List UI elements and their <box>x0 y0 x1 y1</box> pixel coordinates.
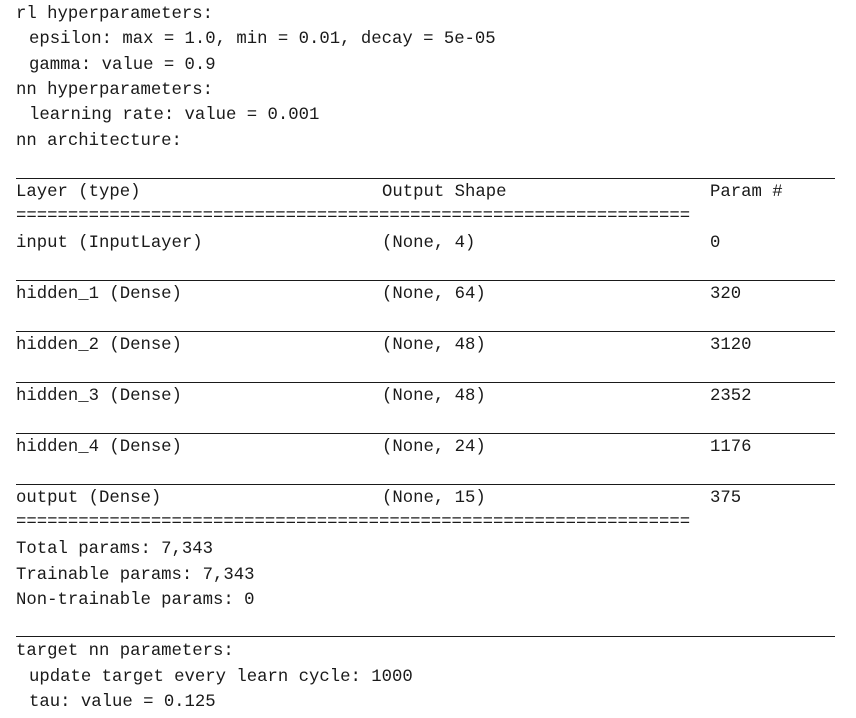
row-output-shape: (None, 48) <box>382 336 486 355</box>
row-divider <box>16 484 835 485</box>
row-param-count: 375 <box>710 489 742 508</box>
gamma-line: gamma: value = 0.9 <box>29 56 216 75</box>
trainable-params: Trainable params: 7,343 <box>16 566 255 585</box>
row-layer: hidden_2 (Dense) <box>16 336 182 355</box>
target-nn-heading: target nn parameters: <box>16 642 234 661</box>
row-divider <box>16 382 835 383</box>
tau-line: tau: value = 0.125 <box>29 693 216 712</box>
nn-architecture-heading: nn architecture: <box>16 132 182 151</box>
row-divider <box>16 331 835 332</box>
row-param-count: 320 <box>710 285 742 304</box>
row-param-count: 0 <box>710 234 721 253</box>
epsilon-line: epsilon: max = 1.0, min = 0.01, decay = … <box>29 30 496 49</box>
row-divider <box>16 280 835 281</box>
summary-double-rule-top: ========================================… <box>16 207 691 226</box>
rl-hyperparameters-heading: rl hyperparameters: <box>16 5 214 24</box>
header-layer-type: Layer (type) <box>16 183 141 202</box>
row-output-shape: (None, 4) <box>382 234 476 253</box>
row-param-count: 1176 <box>710 438 752 457</box>
learning-rate-line: learning rate: value = 0.001 <box>29 106 320 125</box>
total-params: Total params: 7,343 <box>16 540 214 559</box>
summary-double-rule-bottom: ========================================… <box>16 513 691 532</box>
header-param-count: Param # <box>710 183 783 202</box>
row-layer: hidden_1 (Dense) <box>16 285 182 304</box>
nn-hyperparameters-heading: nn hyperparameters: <box>16 81 214 100</box>
row-output-shape: (None, 24) <box>382 438 486 457</box>
row-layer: hidden_3 (Dense) <box>16 387 182 406</box>
row-layer: output (Dense) <box>16 489 162 508</box>
summary-bottom-rule <box>16 636 835 637</box>
row-output-shape: (None, 15) <box>382 489 486 508</box>
row-layer: hidden_4 (Dense) <box>16 438 182 457</box>
row-divider <box>16 433 835 434</box>
row-param-count: 2352 <box>710 387 752 406</box>
row-output-shape: (None, 48) <box>382 387 486 406</box>
row-output-shape: (None, 64) <box>382 285 486 304</box>
non-trainable-params: Non-trainable params: 0 <box>16 591 255 610</box>
row-param-count: 3120 <box>710 336 752 355</box>
update-target-line: update target every learn cycle: 1000 <box>29 668 413 687</box>
header-output-shape: Output Shape <box>382 183 507 202</box>
summary-top-rule <box>16 178 835 179</box>
row-layer: input (InputLayer) <box>16 234 203 253</box>
